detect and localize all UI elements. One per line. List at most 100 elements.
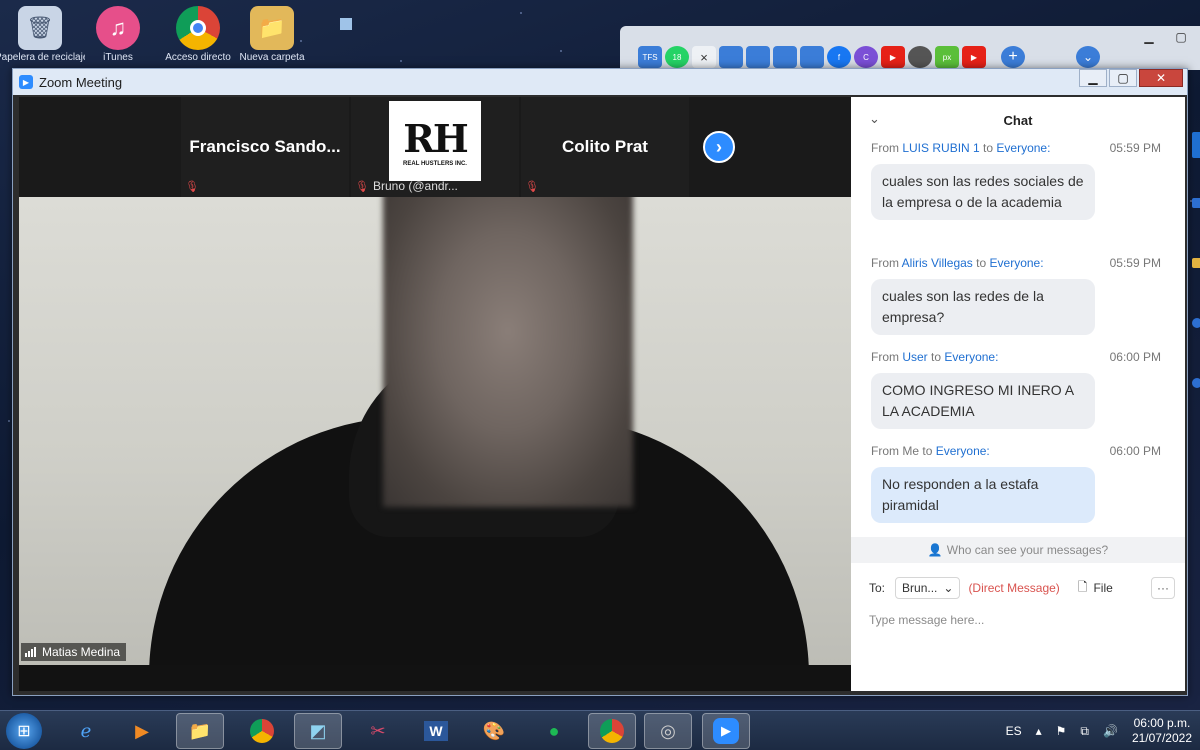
sender-name[interactable]: LUIS RUBIN 1 xyxy=(902,143,979,155)
taskbar-spotify[interactable]: ● xyxy=(530,713,578,749)
flag-icon[interactable]: ⚑ xyxy=(1056,724,1067,738)
taskbar-zoom[interactable]: ▶ xyxy=(702,713,750,749)
taskbar-ie[interactable]: ℯ xyxy=(62,713,110,749)
browser-tab-close[interactable]: × xyxy=(692,46,716,68)
to-prefix: To: xyxy=(869,581,886,595)
message-bubble: cuales son las redes de la empresa? xyxy=(871,279,1095,335)
browser-window[interactable]: ▁ ▢ TFS 18 × f C ▶ px ▶ + ⌄ xyxy=(620,26,1200,70)
start-button[interactable]: ⊞ xyxy=(6,713,42,749)
chat-message: From Me to Everyone: 06:00 PM No respond… xyxy=(871,444,1161,523)
recipient-name[interactable]: Everyone: xyxy=(936,444,990,458)
browser-tab[interactable] xyxy=(800,46,824,68)
browser-tab[interactable] xyxy=(746,46,770,68)
active-speaker-video: Matias Medina xyxy=(19,197,851,665)
sender-name[interactable]: Aliris Villegas xyxy=(902,256,973,270)
browser-tab[interactable]: 18 xyxy=(665,46,689,68)
desktop-icon-itunes[interactable]: ♫ iTunes xyxy=(88,6,148,66)
browser-tab[interactable] xyxy=(719,46,743,68)
to-label: to xyxy=(983,143,994,155)
logo-tagline: REAL HUSTLERS INC. xyxy=(403,160,467,167)
desktop-icon-chrome-shortcut[interactable]: Acceso directo xyxy=(165,6,231,66)
logo-mark: RH xyxy=(403,115,468,161)
maximize-icon[interactable]: ▢ xyxy=(1168,28,1194,46)
desktop-icon-label: Papelera de reciclaje xyxy=(0,52,85,63)
network-icon[interactable]: ⧉ xyxy=(1080,724,1089,739)
muted-mic-icon: 🎙 xyxy=(185,180,199,193)
window-title: Zoom Meeting xyxy=(39,74,123,90)
new-tab-button[interactable]: + xyxy=(1001,46,1025,68)
internet-explorer-icon: ℯ xyxy=(80,720,92,741)
chevron-down-icon[interactable]: ⌄ xyxy=(869,111,880,127)
person-icon: 👤 xyxy=(927,543,943,557)
background-app-edge xyxy=(1188,128,1200,428)
muted-mic-icon: 🎙 xyxy=(525,180,539,193)
taskbar-word[interactable]: W xyxy=(412,713,460,749)
zoom-icon: ▶ xyxy=(713,718,739,744)
recipient-name[interactable]: Everyone: xyxy=(944,350,998,364)
paint-palette-icon: 🎨 xyxy=(482,720,506,741)
from-label: From xyxy=(871,444,899,458)
taskbar-paint[interactable]: 🎨 xyxy=(470,713,518,749)
recipient-name[interactable]: Everyone: xyxy=(996,143,1050,155)
language-indicator[interactable]: ES xyxy=(1006,724,1022,738)
taskbar-chrome-profile[interactable] xyxy=(588,713,636,749)
participant-tile[interactable]: Colito Prat 🎙 xyxy=(521,97,689,197)
taskbar-media-player[interactable]: ▶ xyxy=(118,713,166,749)
volume-icon[interactable]: 🔊 xyxy=(1103,724,1118,738)
browser-tab[interactable]: TFS xyxy=(638,46,662,68)
taskbar-app[interactable]: ◩ xyxy=(294,713,342,749)
recipient-name[interactable]: Everyone: xyxy=(990,256,1044,270)
clock[interactable]: 06:00 p.m. 21/07/2022 xyxy=(1132,716,1192,746)
message-input[interactable] xyxy=(869,613,1159,627)
scissors-icon: ✂ xyxy=(370,720,386,741)
message-time: 05:59 PM xyxy=(1109,256,1161,270)
sender-name[interactable]: User xyxy=(902,350,927,364)
file-icon: 🗋 xyxy=(1077,579,1088,594)
taskbar-chrome[interactable] xyxy=(238,713,286,749)
to-label: to xyxy=(976,256,987,270)
chrome-icon xyxy=(600,719,624,743)
minimize-icon[interactable]: ▁ xyxy=(1136,28,1162,46)
participant-logo: RH REAL HUSTLERS INC. xyxy=(389,101,481,181)
chevron-up-icon[interactable]: ▴ xyxy=(1036,724,1042,738)
chrome-icon xyxy=(176,6,220,50)
itunes-icon: ♫ xyxy=(96,6,140,50)
browser-tab-youtube[interactable]: ▶ xyxy=(881,46,905,68)
participant-tile[interactable]: RH REAL HUSTLERS INC. 🎙 Bruno (@andr... xyxy=(351,97,519,197)
chat-message-list[interactable]: From LUIS RUBIN 1 to Everyone: 05:59 PM … xyxy=(851,143,1185,535)
minimize-button[interactable]: ▁ xyxy=(1079,69,1107,87)
taskbar-explorer[interactable]: 📁 xyxy=(176,713,224,749)
maximize-button[interactable]: ▢ xyxy=(1109,69,1137,87)
browser-tab-facebook[interactable]: f xyxy=(827,46,851,68)
browser-tab[interactable]: px xyxy=(935,46,959,68)
media-player-icon: ▶ xyxy=(135,720,149,741)
message-meta: From Me to Everyone: 06:00 PM xyxy=(871,444,1161,458)
participant-name: Bruno (@andr... xyxy=(373,179,458,193)
recipient-select[interactable]: Brun... ⌄ xyxy=(895,577,961,599)
to-label: to xyxy=(922,444,933,458)
desktop-icon-folder[interactable]: 📁 Nueva carpeta xyxy=(239,6,305,66)
browser-tab-youtube[interactable]: ▶ xyxy=(962,46,986,68)
clock-date: 21/07/2022 xyxy=(1131,731,1192,745)
chat-scrollbar[interactable] xyxy=(1177,203,1183,535)
windows-logo-icon: ⊞ xyxy=(17,723,31,740)
folder-icon: 📁 xyxy=(188,720,212,741)
tab-list-button[interactable]: ⌄ xyxy=(1076,46,1100,68)
window-controls: ▁ ▢ ✕ xyxy=(1079,69,1183,87)
who-can-see-link[interactable]: 👤 Who can see your messages? xyxy=(851,537,1185,563)
taskbar-audio[interactable]: ◎ xyxy=(644,713,692,749)
browser-tab[interactable] xyxy=(773,46,797,68)
file-button[interactable]: 🗋 File xyxy=(1078,578,1113,599)
browser-tab[interactable] xyxy=(908,46,932,68)
more-options-button[interactable]: ··· xyxy=(1151,577,1175,599)
desktop-icon-recycle-bin[interactable]: 🗑 Papelera de reciclaje xyxy=(0,6,85,66)
file-label: File xyxy=(1093,581,1113,595)
browser-tab[interactable]: C xyxy=(854,46,878,68)
participant-tile[interactable] xyxy=(19,97,179,197)
message-meta: From LUIS RUBIN 1 to Everyone: 05:59 PM xyxy=(871,143,1161,155)
next-page-button[interactable]: › xyxy=(703,131,735,163)
close-button[interactable]: ✕ xyxy=(1139,69,1183,87)
participant-tile[interactable]: Francisco Sando... 🎙 xyxy=(181,97,349,197)
message-bubble-own: No responden a la estafa piramidal xyxy=(871,467,1095,523)
taskbar-snipping[interactable]: ✂ xyxy=(354,713,402,749)
